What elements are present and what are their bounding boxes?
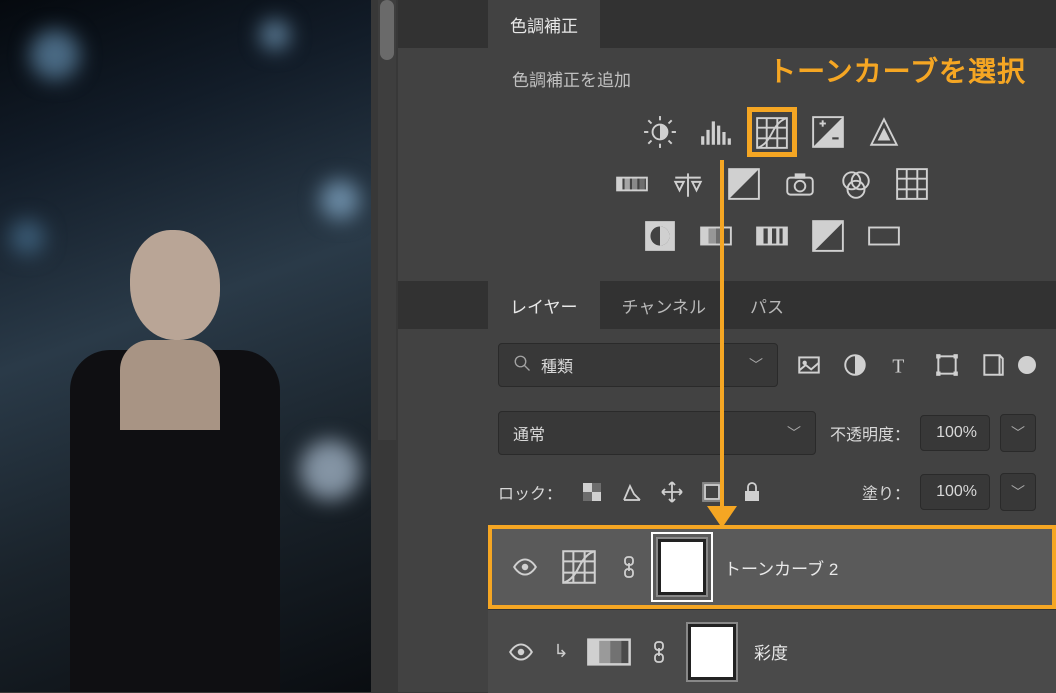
layers-panel: レイヤー チャンネル パス 種類 ﹀ T — [398, 281, 1056, 693]
blend-mode-value: 通常 — [513, 421, 545, 445]
annotation-arrow — [720, 160, 724, 510]
chevron-down-icon: ﹀ — [787, 423, 801, 443]
layer-mask-thumb[interactable] — [686, 622, 738, 682]
lock-all-icon[interactable] — [740, 480, 764, 504]
blend-mode-select[interactable]: 通常 ﹀ — [498, 411, 816, 455]
document-canvas[interactable] — [0, 0, 371, 692]
layer-filter-label: 種類 — [541, 353, 573, 377]
lock-image-icon[interactable] — [620, 480, 644, 504]
chevron-down-icon: ﹀ — [749, 355, 763, 375]
tab-layers[interactable]: レイヤー — [488, 281, 600, 329]
curves-highlight — [747, 107, 797, 157]
curves-icon[interactable] — [755, 116, 789, 150]
invert-icon[interactable] — [643, 219, 677, 253]
opacity-dropdown[interactable]: ﹀ — [1000, 414, 1036, 452]
selective-color-icon[interactable] — [867, 219, 901, 253]
gradient-map-icon[interactable] — [811, 219, 845, 253]
layer-name[interactable]: 彩度 — [754, 639, 788, 664]
visibility-toggle[interactable] — [506, 639, 536, 665]
layers-tabs: レイヤー チャンネル パス — [398, 281, 1056, 329]
filter-toggle[interactable] — [1018, 356, 1036, 374]
svg-text:T: T — [892, 357, 904, 378]
tab-adjustments[interactable]: 色調補正 — [488, 0, 600, 48]
visibility-toggle[interactable] — [510, 554, 540, 580]
layer-mask-thumb[interactable] — [656, 537, 708, 597]
adjustment-thumb-curves[interactable] — [556, 548, 602, 586]
layer-row[interactable]: トーンカーブ 2 — [488, 525, 1056, 609]
fill-label: 塗り： — [862, 480, 910, 504]
exposure-icon[interactable] — [811, 115, 845, 149]
hue-saturation-icon[interactable] — [615, 167, 649, 201]
layer-list: トーンカーブ 2 ↳ 彩度 — [488, 525, 1056, 693]
opacity-label: 不透明度： — [830, 421, 910, 445]
mask-link-icon[interactable] — [618, 555, 640, 579]
filter-shape-icon[interactable] — [934, 352, 960, 378]
channel-mixer-icon[interactable] — [839, 167, 873, 201]
lock-position-icon[interactable] — [660, 480, 684, 504]
opacity-value[interactable]: 100% — [920, 415, 990, 451]
filter-smartobject-icon[interactable] — [980, 352, 1006, 378]
posterize-icon[interactable] — [699, 219, 733, 253]
adjustment-thumb-gradientmap[interactable] — [586, 633, 632, 671]
color-balance-icon[interactable] — [671, 167, 705, 201]
threshold-icon[interactable] — [755, 219, 789, 253]
brightness-contrast-icon[interactable] — [643, 115, 677, 149]
vibrance-icon[interactable] — [867, 115, 901, 149]
canvas-scrollbar[interactable] — [378, 0, 396, 440]
layer-name[interactable]: トーンカーブ 2 — [724, 555, 838, 580]
clipping-indicator: ↳ — [552, 641, 570, 662]
layer-row[interactable]: ↳ 彩度 — [488, 609, 1056, 693]
layer-filter-select[interactable]: 種類 ﹀ — [498, 343, 778, 387]
levels-icon[interactable] — [699, 115, 733, 149]
adjustments-tabs: 色調補正 — [398, 0, 1056, 48]
fill-value[interactable]: 100% — [920, 474, 990, 510]
lock-label: ロック： — [498, 480, 562, 504]
scrollbar-thumb[interactable] — [380, 0, 394, 60]
annotation-callout: トーンカーブを選択 — [768, 50, 1026, 90]
search-icon — [513, 354, 531, 377]
lock-transparency-icon[interactable] — [580, 480, 604, 504]
filter-type-icon[interactable]: T — [888, 352, 914, 378]
adjustments-panel: 色調補正 色調補正を追加 — [398, 0, 1056, 273]
tab-channels[interactable]: チャンネル — [600, 281, 729, 329]
tab-paths[interactable]: パス — [728, 281, 806, 329]
mask-link-icon[interactable] — [648, 640, 670, 664]
fill-dropdown[interactable]: ﹀ — [1000, 473, 1036, 511]
color-lookup-icon[interactable] — [895, 167, 929, 201]
filter-adjustment-icon[interactable] — [842, 352, 868, 378]
black-white-icon[interactable] — [727, 167, 761, 201]
filter-pixel-icon[interactable] — [796, 352, 822, 378]
photo-filter-icon[interactable] — [783, 167, 817, 201]
